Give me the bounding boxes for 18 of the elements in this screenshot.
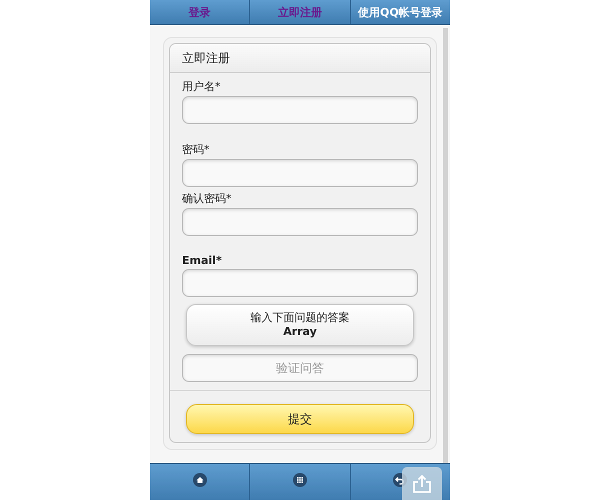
field-label: 密码*: [182, 142, 210, 157]
field-label: Email*: [182, 254, 222, 267]
nav-tab[interactable]: 使用QQ帐号登录: [350, 0, 450, 24]
question-button[interactable]: 输入下面问题的答案 Array: [186, 304, 414, 346]
answer-field[interactable]: 验证问答: [182, 354, 418, 382]
input-field[interactable]: [182, 269, 418, 297]
field-label: 确认密码*: [182, 191, 232, 206]
input-field[interactable]: [182, 208, 418, 236]
input-field[interactable]: [182, 96, 418, 124]
share-icon: [411, 474, 433, 492]
home-icon: [192, 473, 207, 487]
field-label: 用户名*: [182, 79, 220, 94]
nav-tab[interactable]: 立即注册: [250, 0, 351, 24]
nav-tab[interactable]: 登录: [150, 0, 250, 24]
input-field[interactable]: [182, 159, 418, 187]
grid-icon: [292, 473, 307, 487]
form-title: 立即注册: [170, 44, 430, 73]
submit-button[interactable]: 提交: [186, 404, 414, 434]
